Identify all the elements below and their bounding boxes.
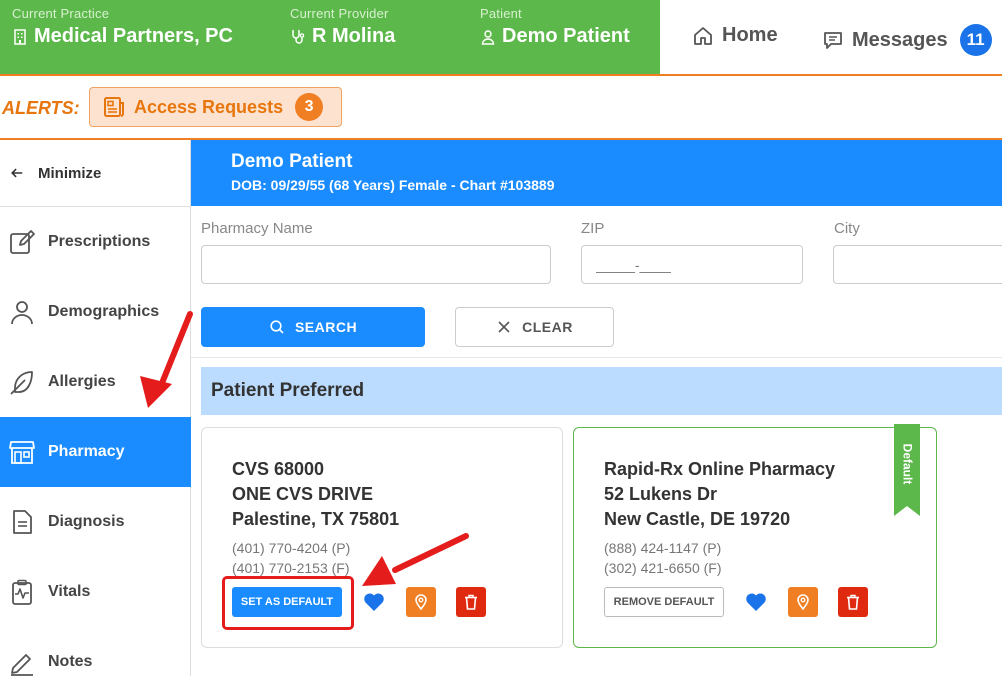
patient-details: DOB: 09/29/55 (68 Years) Female - Chart … xyxy=(231,177,555,193)
default-ribbon-label: Default xyxy=(900,443,915,485)
sidebar-item-label: Pharmacy xyxy=(48,443,125,460)
delete-button[interactable] xyxy=(456,587,486,617)
patient-name: Demo Patient xyxy=(231,151,353,172)
city-label: City xyxy=(834,220,860,237)
sidebar-item-label: Allergies xyxy=(48,373,116,390)
pharmacy-phone: (401) 770-4204 (P) xyxy=(232,540,351,556)
sidebar-item-notes[interactable]: Notes xyxy=(0,627,191,676)
newspaper-icon xyxy=(104,97,124,117)
sidebar-item-demographics[interactable]: Demographics xyxy=(0,277,191,347)
pharmacy-card-default: Rapid-Rx Online Pharmacy 52 Lukens Dr Ne… xyxy=(573,427,937,648)
close-icon xyxy=(498,321,510,333)
delete-button[interactable] xyxy=(838,587,868,617)
heart-icon[interactable] xyxy=(362,590,386,614)
remove-default-button[interactable]: REMOVE DEFAULT xyxy=(604,587,724,617)
pharmacy-address-line1: ONE CVS DRIVE xyxy=(232,484,374,504)
sidebar-item-label: Demographics xyxy=(48,303,160,320)
alerts-label: ALERTS: xyxy=(2,98,80,118)
current-patient-value: Demo Patient xyxy=(502,25,630,47)
current-patient-label: Patient xyxy=(480,6,522,21)
current-practice-value: Medical Partners, PC xyxy=(34,25,233,47)
sidebar: Minimize Prescriptions Demographics Alle… xyxy=(0,140,191,676)
pen-icon xyxy=(11,654,33,676)
trash-icon xyxy=(847,594,859,610)
pharmacy-name: CVS 68000 xyxy=(232,459,325,479)
pharmacy-phone: (888) 424-1147 (P) xyxy=(604,540,722,556)
city-input[interactable] xyxy=(833,245,1002,284)
current-practice[interactable]: Current Practice Medical Partners, PC xyxy=(12,6,233,48)
map-pin-icon xyxy=(415,594,427,611)
heart-icon[interactable] xyxy=(744,590,768,614)
pharmacy-name-label: Pharmacy Name xyxy=(201,220,313,237)
sidebar-item-pharmacy[interactable]: Pharmacy xyxy=(0,417,191,487)
home-icon xyxy=(694,26,712,45)
sidebar-item-label: Diagnosis xyxy=(48,513,125,530)
home-label: Home xyxy=(722,24,778,46)
alerts-bar: ALERTS: Access Requests 3 xyxy=(0,74,1002,140)
divider xyxy=(191,357,1002,358)
person-icon xyxy=(481,29,495,45)
current-patient[interactable]: Patient Demo Patient xyxy=(480,6,630,48)
trash-icon xyxy=(465,594,477,610)
building-icon xyxy=(14,28,26,45)
search-icon xyxy=(270,320,284,334)
edit-icon xyxy=(10,230,35,254)
messages-link[interactable]: Messages 11 xyxy=(822,24,992,56)
access-requests-count-badge: 3 xyxy=(295,93,324,121)
clear-button[interactable]: CLEAR xyxy=(455,307,614,347)
map-pin-icon xyxy=(797,594,809,611)
pharmacy-address-line1: 52 Lukens Dr xyxy=(604,484,718,504)
arrow-left-icon xyxy=(11,168,23,178)
sidebar-item-vitals[interactable]: Vitals xyxy=(0,557,191,627)
current-provider[interactable]: Current Provider R Molina xyxy=(290,6,395,48)
sidebar-item-prescriptions[interactable]: Prescriptions xyxy=(0,207,191,277)
sidebar-item-label: Notes xyxy=(48,653,93,670)
patient-preferred-header: Patient Preferred xyxy=(201,367,1002,415)
stethoscope-icon xyxy=(292,29,305,44)
sidebar-item-allergies[interactable]: Allergies xyxy=(0,347,191,417)
pharmacy-address-line2: Palestine, TX 75801 xyxy=(232,509,400,529)
sidebar-item-diagnosis[interactable]: Diagnosis xyxy=(0,487,191,557)
sidebar-item-label: Vitals xyxy=(48,583,91,600)
current-provider-label: Current Provider xyxy=(290,6,389,21)
access-requests-label: Access Requests xyxy=(134,96,284,117)
search-button-label: SEARCH xyxy=(294,319,358,335)
chat-icon xyxy=(824,32,842,49)
pharmacy-address-line2: New Castle, DE 19720 xyxy=(604,509,791,529)
pharmacy-name: Rapid-Rx Online Pharmacy xyxy=(604,459,836,479)
current-provider-value: R Molina xyxy=(312,25,396,47)
access-requests-button[interactable]: Access Requests 3 xyxy=(89,87,342,127)
clear-button-label: CLEAR xyxy=(522,319,573,335)
sidebar-item-label: Prescriptions xyxy=(48,233,151,250)
zip-label: ZIP xyxy=(581,220,605,237)
clipboard-pulse-icon xyxy=(12,579,32,605)
pharmacy-fax: (401) 770-2153 (F) xyxy=(232,560,350,576)
top-nav: Home Messages 11 xyxy=(660,0,1002,74)
storefront-icon xyxy=(9,441,35,464)
context-bar: Current Practice Medical Partners, PC Cu… xyxy=(0,0,660,74)
person-icon xyxy=(11,301,33,325)
current-practice-label: Current Practice xyxy=(12,6,110,21)
minimize-label: Minimize xyxy=(38,164,102,182)
default-ribbon-label-wrap: Default xyxy=(894,424,920,504)
pharmacy-fax: (302) 421-6650 (F) xyxy=(604,560,722,576)
messages-count-badge: 11 xyxy=(959,24,992,56)
document-icon xyxy=(13,510,32,534)
pharmacy-name-input[interactable] xyxy=(201,245,551,284)
top-bar: Current Practice Medical Partners, PC Cu… xyxy=(0,0,1002,74)
messages-label: Messages xyxy=(852,28,948,51)
highlight-box xyxy=(222,576,354,630)
patient-header: Demo Patient DOB: 09/29/55 (68 Years) Fe… xyxy=(191,140,1002,206)
map-pin-button[interactable] xyxy=(788,587,818,617)
home-link[interactable]: Home xyxy=(692,24,778,47)
map-pin-button[interactable] xyxy=(406,587,436,617)
minimize-button[interactable]: Minimize xyxy=(0,140,190,207)
zip-input[interactable] xyxy=(581,245,803,284)
search-button[interactable]: SEARCH xyxy=(201,307,425,347)
feather-icon xyxy=(10,371,33,395)
